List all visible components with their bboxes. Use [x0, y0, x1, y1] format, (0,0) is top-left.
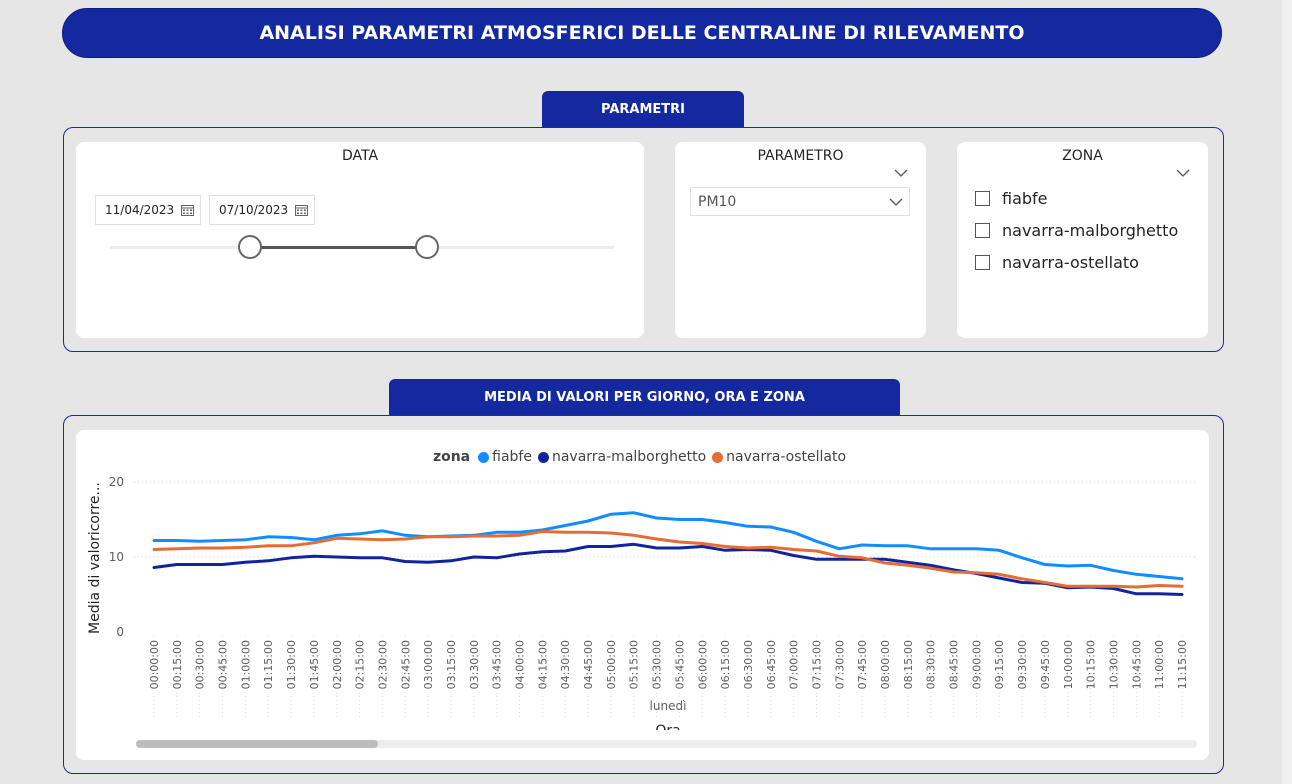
x-tick-label: 10:15:00 [1085, 640, 1098, 689]
y-tick-label: 20 [109, 475, 124, 489]
line-chart[interactable]: 0 10 20 00:00:00 00:15:00 00:30:00 00:45:00 01:… [76, 430, 1209, 730]
x-tick-label: 10:30:00 [1107, 640, 1120, 689]
x-tick-label: 08:45:00 [948, 640, 961, 689]
x-tick-label: 00:45:00 [217, 640, 230, 689]
x-tick-label: 09:45:00 [1039, 640, 1052, 689]
zona-option-fiabfe[interactable]: fiabfe [975, 189, 1048, 208]
x-tick-label: 03:45:00 [491, 640, 504, 689]
x-tick-label: 08:15:00 [902, 640, 915, 689]
x-tick-label: 05:45:00 [673, 640, 686, 689]
x-tick-label: 07:45:00 [856, 640, 869, 689]
x-tick-label: 01:15:00 [262, 640, 275, 689]
x-tick-label: 04:45:00 [582, 640, 595, 689]
x-tick-label: 00:15:00 [171, 640, 184, 689]
x-tick-label: 03:30:00 [468, 640, 481, 689]
x-tick-label: 02:45:00 [399, 640, 412, 689]
start-date-value: 11/04/2023 [105, 203, 175, 217]
x-tick-label: 02:30:00 [376, 640, 389, 689]
x-tick-label: 01:45:00 [308, 640, 321, 689]
date-range-slider-fill [250, 246, 428, 249]
x-tick-label: 03:15:00 [445, 640, 458, 689]
zona-slicer-card: ZONA fiabfe navarra-malborghetto navarra… [957, 142, 1208, 338]
zona-option-navarra-ostellato[interactable]: navarra-ostellato [975, 253, 1139, 272]
line-chart-card: zona fiabfe navarra-malborghetto navarra… [76, 430, 1209, 760]
x-tick-label: 06:30:00 [742, 640, 755, 689]
checkbox[interactable] [975, 191, 990, 206]
x-tick-label: 08:30:00 [925, 640, 938, 689]
x-tick-label: 05:30:00 [651, 640, 664, 689]
date-slicer-title: DATA [341, 148, 379, 164]
x-tick-label: 04:30:00 [559, 640, 572, 689]
chevron-down-icon [889, 198, 903, 206]
parametro-slicer-card: PARAMETRO PM10 [675, 142, 926, 338]
slider-start-handle[interactable] [238, 235, 262, 259]
x-tick-label: 03:00:00 [422, 640, 435, 689]
tab-parametri: PARAMETRI [542, 91, 744, 127]
end-date-value: 07/10/2023 [219, 203, 289, 217]
y-tick-label: 10 [109, 550, 124, 564]
x-tick-label: 08:00:00 [879, 640, 892, 689]
parametro-dropdown[interactable]: PM10 [690, 187, 910, 216]
slider-end-handle[interactable] [415, 235, 439, 259]
x-tick-label: 01:30:00 [285, 640, 298, 689]
x-tick-label: 09:00:00 [970, 640, 983, 689]
calendar-icon[interactable] [295, 204, 308, 216]
x-tick-label: 06:45:00 [765, 640, 778, 689]
x-tick-label: 06:15:00 [719, 640, 732, 689]
zona-option-label: navarra-ostellato [1002, 253, 1139, 272]
x-tick-label: 04:15:00 [536, 640, 549, 689]
x-tick-label: 11:00:00 [1153, 640, 1166, 689]
x-tick-label: 01:00:00 [239, 640, 252, 689]
x-tick-label: 05:15:00 [628, 640, 641, 689]
x-tick-label: 10:00:00 [1062, 640, 1075, 689]
x-tick-label: 07:00:00 [788, 640, 801, 689]
chevron-down-icon[interactable] [1176, 169, 1190, 177]
x-tick-label: 06:00:00 [696, 640, 709, 689]
series-line-navarra-malborghetto[interactable] [152, 542, 1184, 596]
x-tick-label: 05:00:00 [605, 640, 618, 689]
x-tick-label: 00:30:00 [194, 640, 207, 689]
page-title: ANALISI PARAMETRI ATMOSFERICI DELLE CENT… [62, 8, 1222, 58]
chevron-down-icon[interactable] [894, 169, 908, 177]
window-edge [1282, 0, 1292, 784]
x-group-label: lunedì [650, 699, 687, 713]
x-tick-label: 04:00:00 [514, 640, 527, 689]
x-tick-label: 07:15:00 [810, 640, 823, 689]
date-slicer-card: DATA 11/04/2023 07/10/2023 [76, 142, 644, 338]
x-tick-label: 09:15:00 [993, 640, 1006, 689]
end-date-input[interactable]: 07/10/2023 [209, 195, 315, 225]
calendar-icon[interactable] [181, 204, 194, 216]
zona-option-label: fiabfe [1002, 189, 1048, 208]
x-tick-label: 02:00:00 [331, 640, 344, 689]
zona-slicer-title: ZONA [1062, 148, 1103, 164]
parametro-selected-value: PM10 [698, 193, 737, 210]
tab-chart: MEDIA DI VALORI PER GIORNO, ORA E ZONA [389, 379, 900, 415]
checkbox[interactable] [975, 223, 990, 238]
x-tick-label: 02:15:00 [354, 640, 367, 689]
x-tick-label: 11:15:00 [1176, 640, 1189, 689]
series-line-fiabfe[interactable] [152, 511, 1184, 581]
checkbox[interactable] [975, 255, 990, 270]
start-date-input[interactable]: 11/04/2023 [95, 195, 201, 225]
zona-option-navarra-malborghetto[interactable]: navarra-malborghetto [975, 221, 1178, 240]
chart-scrollbar-thumb[interactable] [136, 740, 378, 748]
x-tick-label: 09:30:00 [1016, 640, 1029, 689]
x-axis-title: Ora [655, 723, 680, 730]
zona-option-label: navarra-malborghetto [1002, 221, 1179, 240]
y-tick-label: 0 [116, 625, 124, 639]
x-tick-label: 00:00:00 [148, 640, 161, 689]
x-tick-label: 10:45:00 [1130, 640, 1143, 689]
x-tick-label: 07:30:00 [833, 640, 846, 689]
parametro-slicer-title: PARAMETRO [757, 148, 844, 164]
